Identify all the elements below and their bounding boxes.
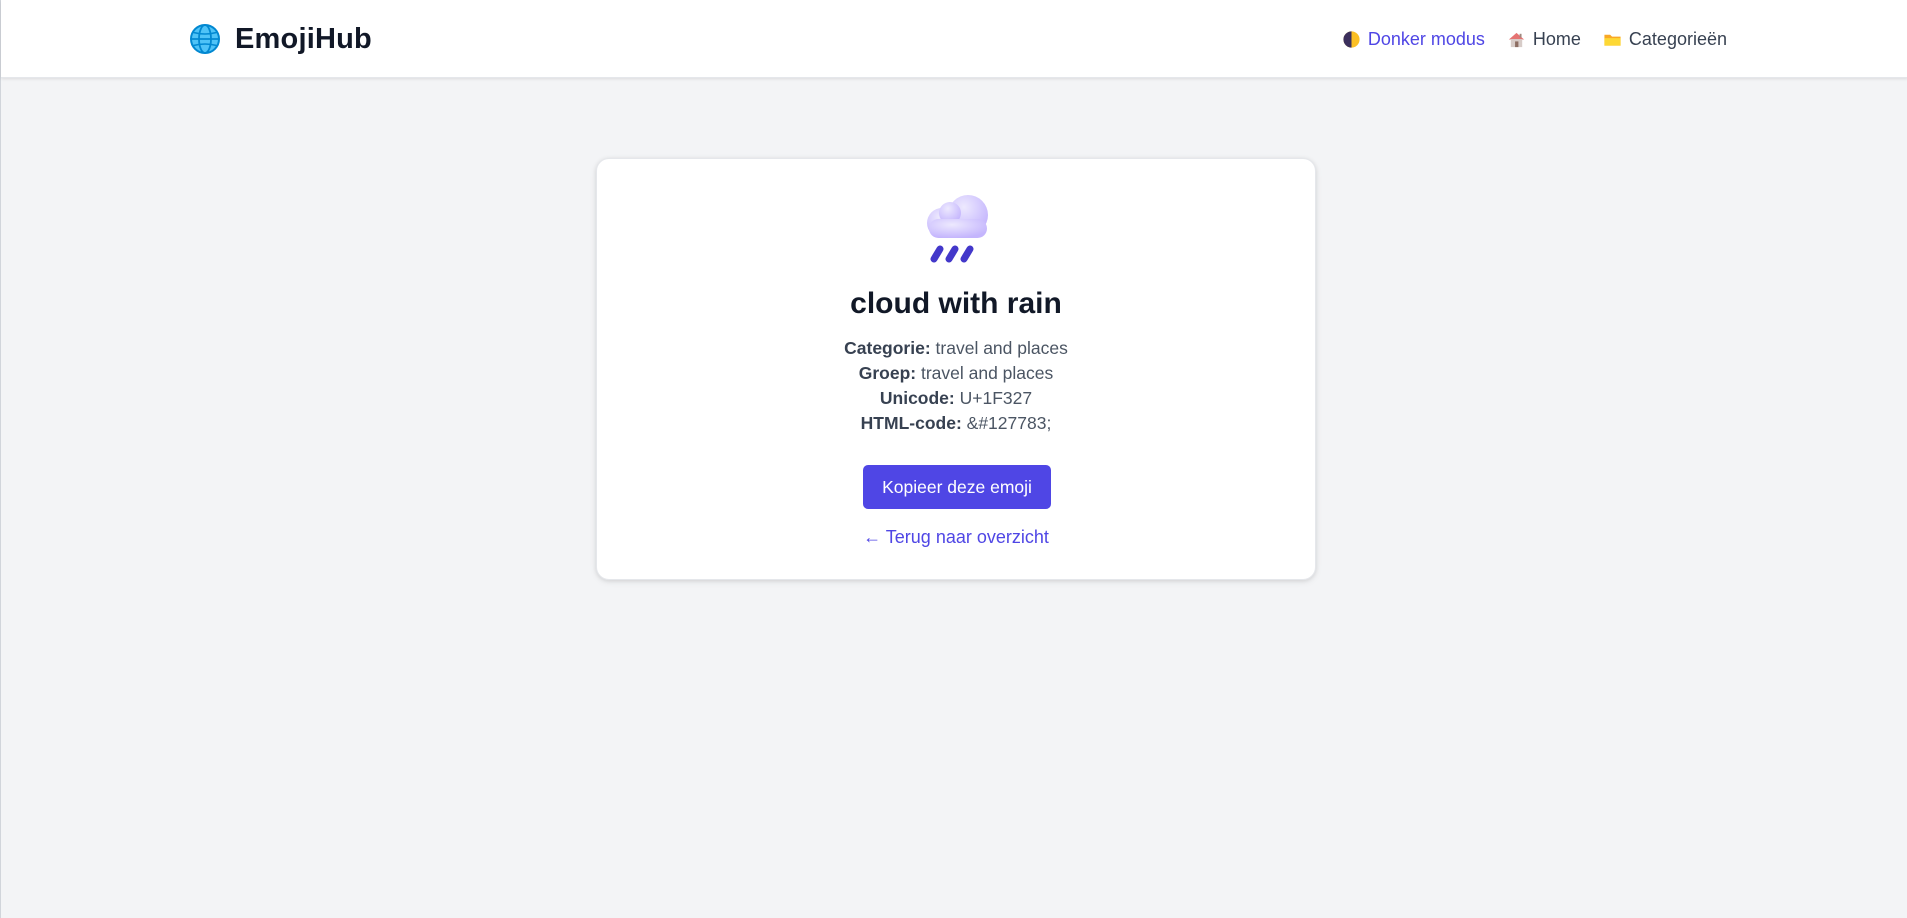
emoji-detail-card: cloud with rain Categorie: travel and pl…	[596, 158, 1316, 580]
category-value: travel and places	[935, 338, 1068, 358]
copy-emoji-button[interactable]: Kopieer deze emoji	[863, 465, 1051, 509]
emoji-metadata: Categorie: travel and places Groep: trav…	[597, 336, 1315, 436]
brand-name: EmojiHub	[235, 22, 372, 55]
home-label: Home	[1532, 28, 1581, 49]
dark-mode-label: Donker modus	[1367, 28, 1485, 49]
globe-icon	[190, 24, 220, 54]
app-frame: EmojiHub Donker modus Home Categorieën c…	[0, 0, 1907, 918]
category-label: Categorie:	[844, 338, 931, 358]
emoji-name: cloud with rain	[850, 287, 1062, 320]
dark-mode-toggle[interactable]: Donker modus	[1342, 29, 1485, 50]
categories-label: Categorieën	[1628, 28, 1727, 49]
back-to-overview-link[interactable]: ← Terug naar overzicht	[597, 527, 1315, 548]
nav-categories[interactable]: Categorieën	[1603, 29, 1727, 50]
html-code-label: HTML-code:	[860, 413, 962, 433]
unicode-value: U+1F327	[959, 388, 1033, 408]
group-row: Groep: travel and places	[597, 361, 1315, 386]
cloud-with-rain-icon	[927, 195, 988, 263]
group-label: Groep:	[858, 363, 917, 383]
html-code-row: HTML-code: &#127783;	[597, 411, 1315, 436]
half-moon-icon	[1343, 30, 1360, 48]
top-navbar: EmojiHub Donker modus Home Categorieën	[1, 0, 1907, 78]
folder-icon	[1604, 34, 1621, 46]
html-code-value: &#127783;	[966, 413, 1052, 433]
nav-home[interactable]: Home	[1507, 29, 1581, 50]
emoji-display	[917, 191, 997, 265]
group-value: travel and places	[920, 363, 1054, 383]
unicode-label: Unicode:	[879, 388, 955, 408]
category-row: Categorie: travel and places	[597, 336, 1315, 361]
brand[interactable]: EmojiHub	[189, 20, 372, 58]
house-icon	[1508, 32, 1525, 47]
main-nav: Donker modus Home Categorieën	[1342, 24, 1727, 54]
unicode-row: Unicode: U+1F327	[597, 386, 1315, 411]
